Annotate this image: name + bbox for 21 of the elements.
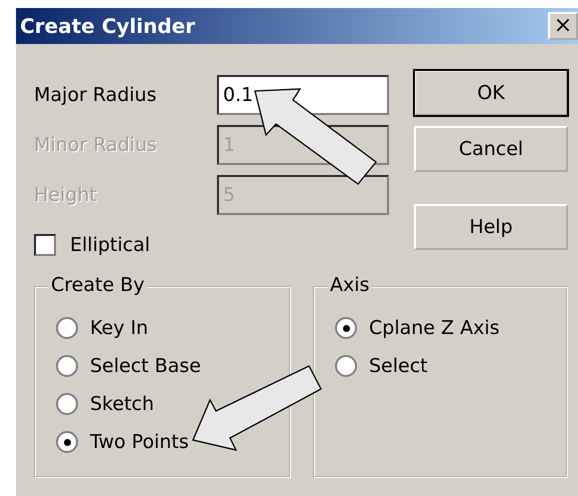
radio-label: Key In xyxy=(90,317,148,339)
radio-button[interactable] xyxy=(335,355,357,377)
radio-button[interactable] xyxy=(56,317,78,339)
dialog-button[interactable]: Help xyxy=(414,204,568,250)
close-button[interactable]: × xyxy=(548,12,578,40)
field-label: Major Radius xyxy=(34,84,158,106)
radio-label: Select Base xyxy=(90,355,201,377)
window-title: Create Cylinder xyxy=(20,14,196,38)
radio-label: Sketch xyxy=(90,393,154,415)
radio-button[interactable] xyxy=(56,355,78,377)
group-title: Create By xyxy=(48,274,148,296)
radio-label: Two Points xyxy=(90,431,189,453)
dialog-button[interactable]: OK xyxy=(414,70,568,116)
radio-button[interactable] xyxy=(56,431,78,453)
dialog-button[interactable]: Cancel xyxy=(414,126,568,172)
radio-button[interactable] xyxy=(56,393,78,415)
radio-label: Select xyxy=(369,355,428,377)
radio-label: Cplane Z Axis xyxy=(369,317,500,339)
checkbox[interactable] xyxy=(34,234,56,256)
radio-button[interactable] xyxy=(335,317,357,339)
checkbox-label: Elliptical xyxy=(70,234,150,256)
